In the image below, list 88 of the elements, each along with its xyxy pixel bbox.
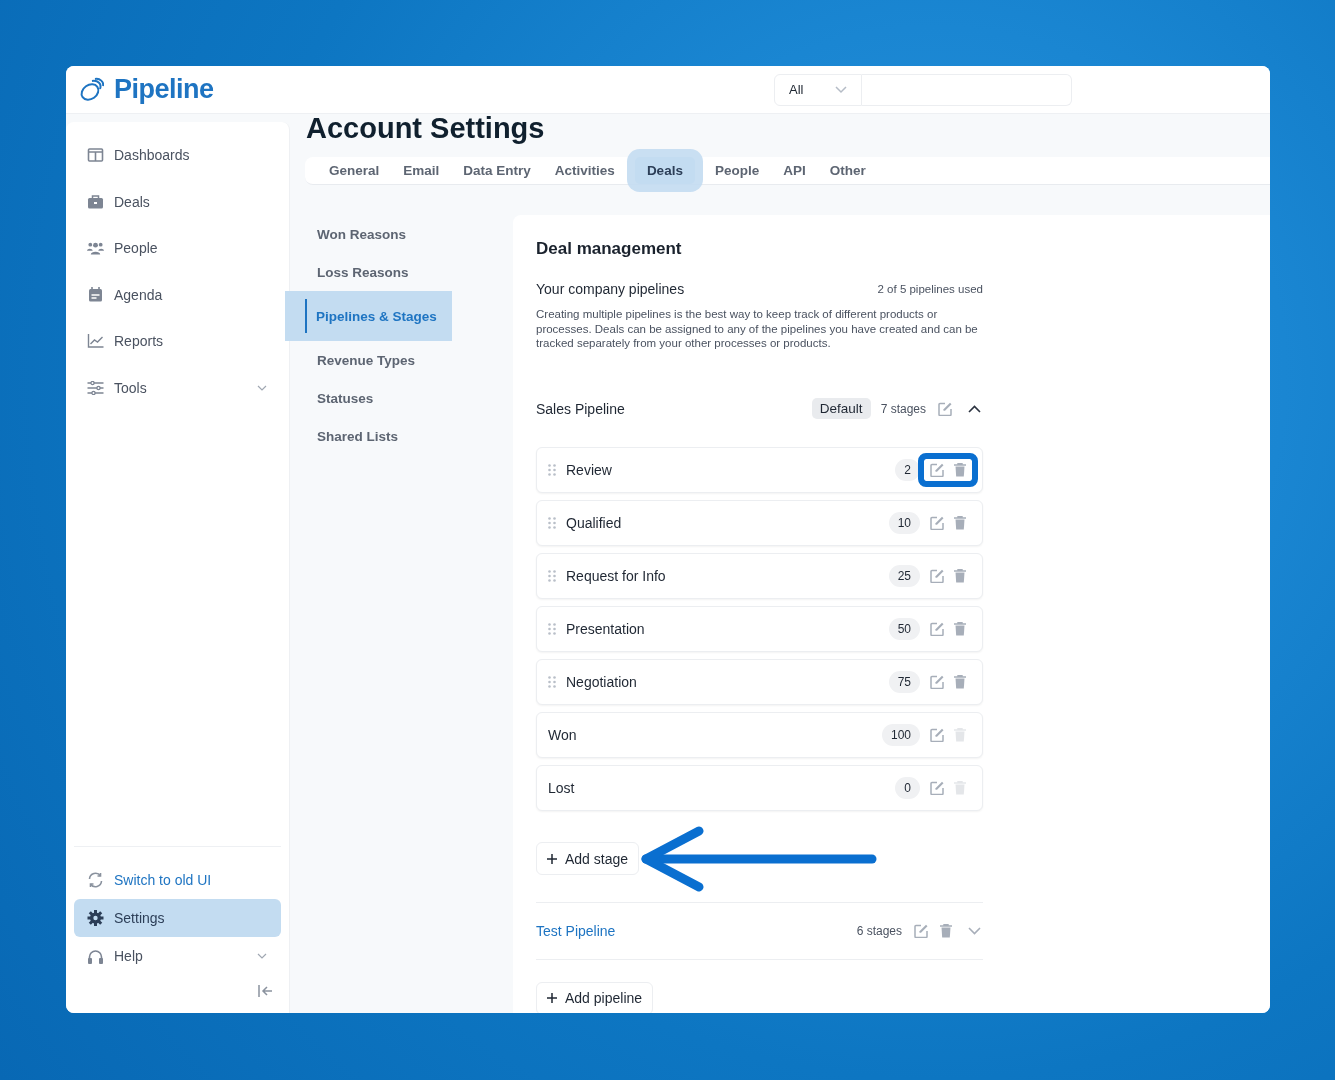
sliders-icon: [87, 380, 104, 395]
chevron-down-icon: [835, 85, 847, 94]
edit-icon[interactable]: [930, 621, 944, 636]
plus-icon: [547, 993, 557, 1003]
edit-icon[interactable]: [914, 923, 928, 938]
nav-item[interactable]: Switch to old UI: [74, 861, 281, 899]
add-pipeline-button[interactable]: Add pipeline: [536, 981, 654, 1013]
tab[interactable]: People: [702, 157, 772, 184]
stage-name: Review: [566, 461, 613, 478]
add-stage-button[interactable]: Add stage: [536, 842, 640, 875]
drag-handle-icon[interactable]: [548, 516, 556, 529]
nav-item[interactable]: Help: [74, 937, 281, 975]
edit-icon[interactable]: [930, 568, 944, 583]
subnav-item[interactable]: Pipelines & Stages: [285, 291, 452, 341]
nav-item[interactable]: Dashboards: [74, 132, 281, 179]
nav-item[interactable]: Tools: [74, 364, 281, 411]
logo-text: Pipeline: [114, 74, 214, 105]
nav-item[interactable]: Settings: [74, 899, 281, 937]
tab[interactable]: Data Entry: [451, 157, 543, 184]
tab[interactable]: Activities: [542, 157, 627, 184]
stage-name: Negotiation: [566, 673, 638, 690]
chevron-up-icon[interactable]: [968, 404, 981, 413]
tab[interactable]: API: [771, 157, 818, 184]
gear-icon: [87, 910, 104, 926]
pipeline-name: Sales Pipeline: [536, 400, 625, 417]
stage-probability: 10: [888, 511, 920, 534]
edit-icon[interactable]: [930, 515, 944, 530]
default-badge: Default: [811, 398, 871, 419]
chevron-down-icon[interactable]: [968, 926, 981, 935]
scope-dropdown[interactable]: All: [774, 73, 862, 106]
subnav-item[interactable]: Shared Lists: [305, 417, 513, 455]
logo-icon: [78, 76, 104, 103]
edit-icon[interactable]: [930, 780, 944, 795]
calendar-icon: [87, 287, 104, 303]
stage-probability: 75: [888, 670, 920, 693]
section-subtitle: Your company pipelines: [536, 281, 685, 297]
subnav-item[interactable]: Revenue Types: [305, 341, 513, 379]
stage-probability: 2: [895, 458, 920, 481]
stage-name: Won: [548, 726, 578, 743]
nav-item[interactable]: Agenda: [74, 271, 281, 318]
stage-name: Presentation: [566, 620, 646, 637]
drag-handle-icon[interactable]: [548, 675, 556, 688]
chevron-down-icon: [257, 384, 267, 391]
subnav-item[interactable]: Won Reasons: [305, 215, 513, 253]
headphones-icon: [87, 948, 104, 964]
drag-handle-icon[interactable]: [548, 569, 556, 582]
section-title: Deal management: [536, 239, 683, 259]
stage-probability: 25: [888, 564, 920, 587]
refresh-icon: [87, 872, 104, 888]
trash-icon[interactable]: [954, 674, 966, 689]
collapse-icon[interactable]: [258, 985, 273, 997]
stage-name: Request for Info: [566, 567, 667, 584]
edit-icon[interactable]: [938, 401, 952, 416]
description-text: Creating multiple pipelines is the best way to keep track of different products or processes. Deals can be assigned to any of the pipelines you have created and can be tracked separately from your other processes or products.: [536, 307, 979, 351]
edit-icon[interactable]: [930, 674, 944, 689]
trash-icon[interactable]: [954, 568, 966, 583]
edit-icon[interactable]: [930, 727, 944, 742]
trash-icon[interactable]: [954, 515, 966, 530]
plus-icon: [547, 853, 557, 864]
drag-handle-icon[interactable]: [548, 463, 556, 476]
stage-count: 6 stages: [856, 923, 902, 938]
nav-item[interactable]: Deals: [74, 178, 281, 225]
stage-probability: 0: [895, 776, 920, 799]
subnav-item[interactable]: Loss Reasons: [305, 253, 513, 291]
subnav-item[interactable]: Statuses: [305, 379, 513, 417]
nav-item[interactable]: People: [74, 225, 281, 272]
trash-icon[interactable]: [954, 462, 966, 477]
trash-icon[interactable]: [940, 923, 952, 938]
pipeline-name[interactable]: Test Pipeline: [536, 922, 616, 939]
stage-name: Lost: [548, 779, 576, 796]
people-icon: [87, 241, 104, 256]
briefcase-icon: [87, 194, 104, 209]
page-title: Account Settings: [306, 111, 546, 146]
stage-probability: 100: [881, 723, 920, 746]
nav-item[interactable]: Reports: [74, 318, 281, 365]
line-chart-icon: [87, 334, 104, 349]
stage-name: Qualified: [566, 514, 623, 531]
edit-icon[interactable]: [930, 462, 944, 477]
stage-count: 7 stages: [880, 401, 926, 416]
tab[interactable]: Email: [391, 157, 452, 184]
drag-handle-icon[interactable]: [548, 622, 556, 635]
trash-icon[interactable]: [954, 621, 966, 636]
tab[interactable]: General: [317, 157, 392, 184]
tab[interactable]: Other: [817, 157, 878, 184]
chevron-down-icon: [257, 953, 267, 959]
layout-icon: [87, 148, 104, 163]
stage-probability: 50: [888, 617, 920, 640]
usage-count: 2 of 5 pipelines used: [877, 283, 983, 295]
